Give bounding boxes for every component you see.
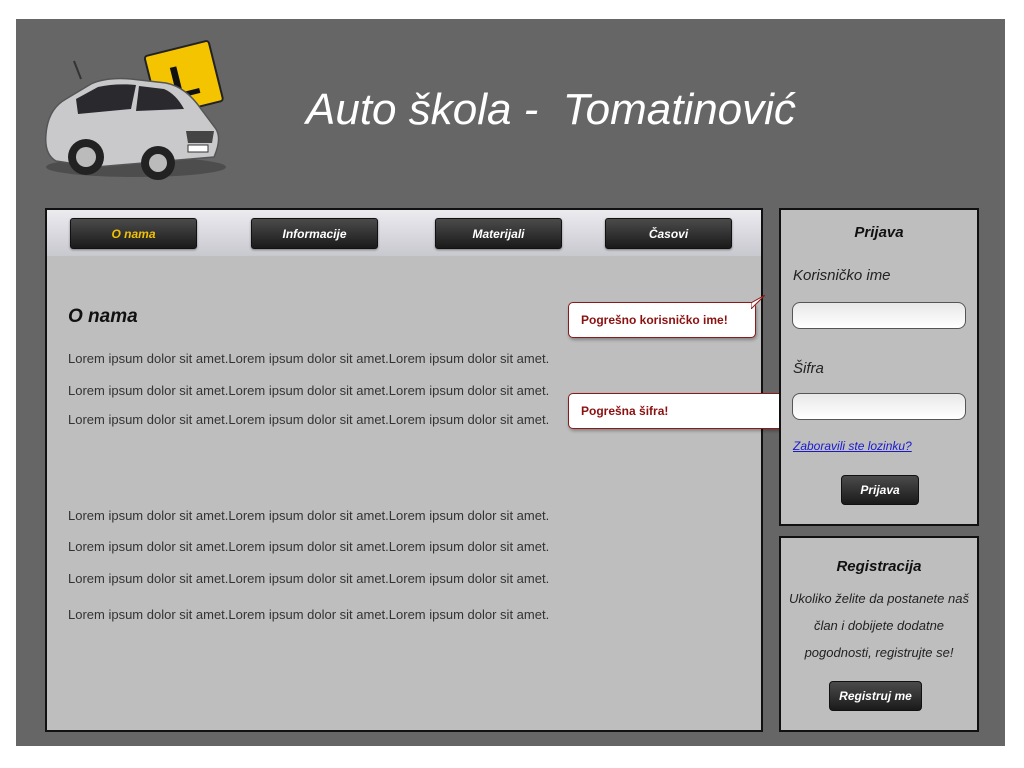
registration-text: Ukoliko želite da postanete naš član i d… [789,591,969,660]
tooltip-tail-icon [751,295,765,309]
nav-materijali-button[interactable]: Materijali [435,218,562,249]
login-panel: Prijava Korisničko ime Šifra Zaboravili … [779,208,979,526]
registration-title: Registracija [836,558,922,575]
password-input[interactable] [792,393,966,420]
site-title: Auto škola - Tomatinović [306,85,796,134]
username-error-text: Pogrešno korisničko ime! [581,313,728,327]
password-error-tooltip: Pogrešna šifra! [568,386,793,429]
nav-informacije-button[interactable]: Informacije [251,218,378,249]
content-paragraph: Lorem ipsum dolor sit amet.Lorem ipsum d… [68,539,550,554]
login-button[interactable]: Prijava [841,475,919,505]
password-error-text: Pogrešna šifra! [581,404,669,418]
content-paragraph: Lorem ipsum dolor sit amet.Lorem ipsum d… [68,351,550,366]
username-label: Korisničko ime [793,267,891,284]
page-container: L Auto škola - Tomatinović O nama Inform… [16,19,1005,746]
content-heading: O nama [68,306,138,327]
username-error-tooltip: Pogrešno korisničko ime! [568,295,765,338]
main-content-panel: O nama Informacije Materijali Časovi O n… [45,208,763,732]
nav-o-nama-button[interactable]: O nama [70,218,197,249]
main-navbar: O nama Informacije Materijali Časovi [47,210,761,256]
content-paragraph: Lorem ipsum dolor sit amet.Lorem ipsum d… [68,508,550,523]
forgot-password-link[interactable]: Zaboravili ste lozinku? [793,439,912,453]
content-paragraph: Lorem ipsum dolor sit amet.Lorem ipsum d… [68,412,550,427]
nav-casovi-button[interactable]: Časovi [605,218,732,249]
registration-panel: Registracija Ukoliko želite da postanete… [779,536,979,732]
login-title: Prijava [854,224,904,241]
register-button[interactable]: Registruj me [829,681,922,711]
content-paragraph: Lorem ipsum dolor sit amet.Lorem ipsum d… [68,607,550,622]
driving-school-logo: L [44,40,226,180]
content-paragraph: Lorem ipsum dolor sit amet.Lorem ipsum d… [68,571,550,586]
username-input[interactable] [792,302,966,329]
password-label: Šifra [793,360,824,377]
content-paragraph: Lorem ipsum dolor sit amet.Lorem ipsum d… [68,383,550,398]
